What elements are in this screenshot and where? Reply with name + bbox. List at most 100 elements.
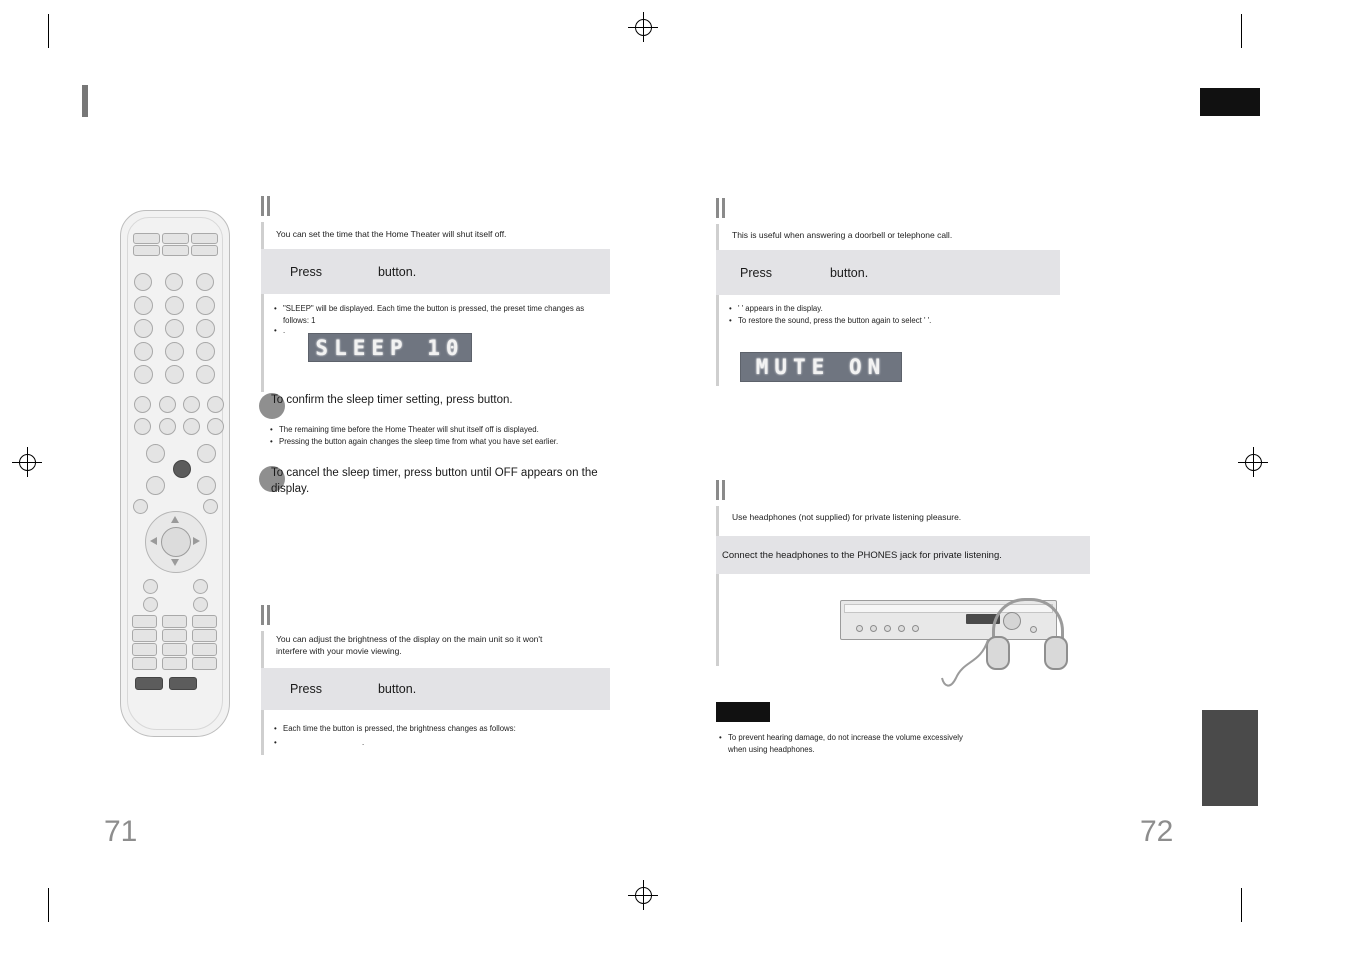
remote-button-tuning-up: [197, 444, 216, 463]
remote-button-user: [191, 245, 218, 256]
registration-mark-top: [628, 12, 658, 42]
mute-press-banner: Press button.: [716, 250, 1060, 295]
remote-button-8: [165, 342, 184, 361]
remote-button-sound-edit: [192, 629, 217, 642]
remote-button-tv: [133, 233, 160, 244]
remote-button-5: [165, 319, 184, 338]
remote-button-0: [165, 365, 184, 384]
remote-button-aux-fn1: [143, 597, 158, 612]
brightness-lead-text: You can adjust the brightness of the dis…: [276, 634, 543, 657]
remote-button-zoom: [132, 657, 157, 670]
headphone-earcup-right: [1044, 636, 1068, 670]
crop-mark-tr-v: [1241, 14, 1242, 48]
sleep-timer-button-suffix: button.: [377, 264, 417, 279]
mute-press-label: Press: [740, 265, 772, 280]
remote-button-open-close: [165, 273, 183, 291]
remote-button-play-pause: [183, 418, 200, 435]
remote-button-repeat: [183, 396, 200, 413]
chapter-tab-side: [1202, 710, 1258, 806]
remote-button-pscan: [132, 643, 157, 656]
mute-button-suffix: button.: [829, 265, 869, 280]
remote-button-aux: [162, 245, 189, 256]
remote-button-step-back: [134, 396, 151, 413]
caution-bullet-1: To prevent hearing damage, do not increa…: [719, 732, 969, 755]
mute-lead-text: This is useful when answering a doorbell…: [732, 230, 953, 240]
crop-mark-tl-v: [48, 14, 49, 48]
section-rule-headphones: [716, 506, 719, 666]
brightness-bullet-1: Each time the button is pressed, the bri…: [274, 723, 586, 735]
sleep-timer-display-panel: SLEEP 10: [308, 333, 472, 362]
sleep-timer-bullet-1: "SLEEP" will be displayed. Each time the…: [274, 303, 586, 326]
remote-button-next: [207, 418, 224, 435]
manual-page-spread: 71 72 You can set the time that the Home…: [0, 0, 1350, 954]
remote-button-dvd-receiver: [191, 233, 218, 244]
remote-button-3: [196, 296, 215, 315]
remote-button-2: [165, 296, 184, 315]
sleep-timer-confirm-text: To confirm the sleep timer setting, pres…: [271, 394, 513, 406]
remote-button-movie: [162, 643, 187, 656]
sleep-timer-cancel-step: To cancel the sleep timer, press button …: [259, 466, 619, 497]
page-number-left: 71: [104, 815, 138, 848]
crop-mark-br-v: [1241, 888, 1242, 922]
remote-button-step: [159, 396, 176, 413]
brightness-press-banner: Press button.: [261, 668, 610, 710]
registration-mark-left: [12, 447, 42, 477]
remote-button-return: [203, 499, 218, 514]
section-rule-sleep-timer: [261, 222, 264, 392]
remote-button-ez-view: [162, 657, 187, 670]
sleep-timer-bullets: "SLEEP" will be displayed. Each time the…: [274, 303, 586, 337]
remote-button-test-tone: [192, 643, 217, 656]
remote-button-cancel: [196, 365, 215, 384]
section-marker-mute: [716, 198, 728, 218]
section-rule-mute: [716, 224, 719, 386]
registration-mark-right: [1238, 447, 1268, 477]
remote-button-most: [132, 629, 157, 642]
registration-mark-bottom: [628, 880, 658, 910]
headphones-connect-banner: Connect the headphones to the PHONES jac…: [716, 536, 1090, 574]
sleep-timer-lead-text: You can set the time that the Home Theat…: [276, 229, 507, 239]
remote-button-dvd: [162, 233, 189, 244]
remote-button-remain: [134, 365, 153, 384]
mute-display-text: MUTE ON: [755, 355, 887, 379]
remote-button-1: [134, 296, 153, 315]
remote-button-sd-display: [193, 579, 208, 594]
remote-button-6: [196, 319, 215, 338]
remote-button-4: [134, 319, 153, 338]
remote-nav-arrows: [150, 516, 200, 566]
remote-button-sd-search: [143, 579, 158, 594]
sleep-timer-display-text: SLEEP 10: [315, 335, 465, 360]
main-unit-button-4: [898, 625, 905, 632]
remote-button-step-fwd: [207, 396, 224, 413]
remote-button-sleep: [135, 677, 163, 690]
brightness-button-suffix: button.: [377, 682, 417, 696]
main-unit-button-5: [912, 625, 919, 632]
section-marker-sleep-timer: [261, 196, 273, 216]
remote-button-slow: [162, 629, 187, 642]
sleep-timer-confirm-step: To confirm the sleep timer setting, pres…: [259, 393, 639, 419]
remote-button-mode3d: [132, 615, 157, 628]
headphone-cord: [941, 639, 989, 687]
remote-button-7: [134, 342, 153, 361]
section-marker-brightness: [261, 605, 273, 625]
sleep-timer-cancel-text: To cancel the sleep timer, press button …: [271, 467, 598, 495]
remote-button-volume-up: [146, 444, 165, 463]
sleep-timer-press-label: Press: [290, 264, 322, 279]
brightness-press-label: Press: [290, 682, 322, 696]
remote-button-dvdcd: [133, 245, 160, 256]
sleep-timer-press-banner: Press button.: [261, 249, 610, 294]
remote-button-volume-down: [146, 476, 165, 495]
remote-button-subtitle: [192, 615, 217, 628]
headphones-caution-note: To prevent hearing damage, do not increa…: [719, 732, 969, 755]
main-unit-button-2: [870, 625, 877, 632]
remote-button-power: [134, 273, 152, 291]
crop-mark-bl-v: [48, 888, 49, 922]
page-header-rule: [82, 85, 88, 117]
confirm-bullet-2: Pressing the button again changes the sl…: [270, 436, 620, 448]
remote-button-mute: [173, 460, 191, 478]
chapter-tab-top: [1200, 88, 1260, 116]
mute-bullet-1: ' ' appears in the display.: [729, 303, 1029, 315]
sleep-timer-confirm-bullets: The remaining time before the Home Theat…: [270, 424, 620, 447]
headphones-connect-text: Connect the headphones to the PHONES jac…: [722, 549, 1002, 561]
brightness-bullets: Each time the button is pressed, the bri…: [274, 723, 586, 748]
confirm-bullet-1: The remaining time before the Home Theat…: [270, 424, 620, 436]
